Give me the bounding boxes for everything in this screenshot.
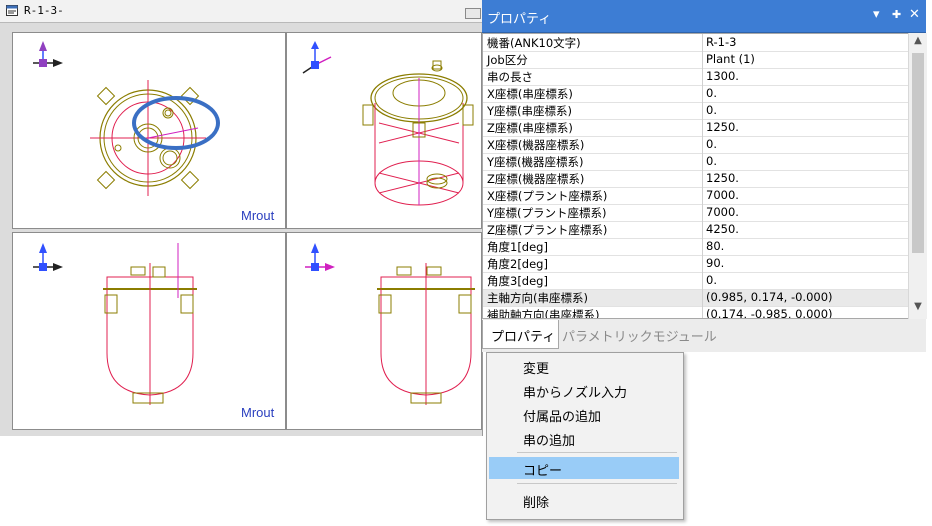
- properties-panel: プロパティ ▾ ✚ ✕ 補助軸方向(串座標系) (0.174, -0.985, 0…: [482, 0, 927, 352]
- scroll-down-icon[interactable]: ▼: [909, 301, 927, 317]
- property-value[interactable]: 1250.: [706, 171, 739, 185]
- menu-item[interactable]: 削除: [489, 489, 679, 511]
- property-key: X座標(プラント座標系): [487, 189, 608, 203]
- menu-item-label: 串からノズル入力: [523, 386, 628, 401]
- property-value[interactable]: (0.174, -0.985, 0.000): [706, 307, 833, 318]
- property-key: 角度2[deg]: [487, 257, 548, 271]
- property-key: 角度1[deg]: [487, 240, 548, 254]
- property-key: 角度3[deg]: [487, 274, 548, 288]
- property-value[interactable]: 1250.: [706, 120, 739, 134]
- pin-icon[interactable]: ✚: [892, 7, 901, 23]
- cad-window: R-1-3- Mrout Mrout: [0, 0, 483, 436]
- property-value[interactable]: Plant (1): [706, 52, 755, 66]
- menu-item[interactable]: 付属品の追加: [489, 403, 679, 425]
- window-icon: [6, 5, 18, 16]
- dropdown-icon[interactable]: ▾: [873, 7, 880, 23]
- property-value[interactable]: 0.: [706, 273, 717, 287]
- cad-drawing-iso: [302, 41, 474, 206]
- property-row[interactable]: X座標(プラント座標系) 7000.: [483, 187, 909, 205]
- panel-title: プロパティ: [487, 12, 552, 27]
- tab-properties[interactable]: プロパティ: [482, 320, 559, 349]
- tab-label: プロパティ: [491, 330, 556, 345]
- property-value[interactable]: 1300.: [706, 69, 739, 83]
- property-value[interactable]: 0.: [706, 103, 717, 117]
- scroll-thumb[interactable]: [912, 53, 924, 253]
- property-value[interactable]: 0.: [706, 86, 717, 100]
- context-menu: 変更串からノズル入力 付属品の追加 串の追加コピー削除: [486, 352, 684, 520]
- menu-item[interactable]: コピー: [489, 457, 679, 479]
- menu-item-label: 削除: [523, 496, 550, 511]
- property-value[interactable]: (0.985, 0.174, -0.000): [706, 290, 833, 304]
- property-row[interactable]: Z座標(機器座標系) 1250.: [483, 170, 909, 188]
- property-row[interactable]: X座標(機器座標系) 0.: [483, 136, 909, 154]
- property-row[interactable]: 主軸方向(串座標系) (0.985, 0.174, -0.000): [483, 289, 909, 307]
- property-key: 串の長さ: [487, 70, 533, 84]
- property-row[interactable]: Job区分 Plant (1): [483, 51, 909, 69]
- property-value[interactable]: 0.: [706, 154, 717, 168]
- menu-separator: [517, 452, 677, 453]
- viewport-iso[interactable]: [286, 32, 482, 229]
- property-row[interactable]: 角度2[deg] 90.: [483, 255, 909, 273]
- property-row[interactable]: Y座標(プラント座標系) 7000.: [483, 204, 909, 222]
- viewport-front[interactable]: Mrout: [12, 232, 286, 430]
- menu-item[interactable]: 変更: [489, 355, 679, 377]
- menu-item-label: 変更: [523, 362, 550, 377]
- property-value[interactable]: 7000.: [706, 188, 739, 202]
- viewport-side[interactable]: [286, 232, 482, 430]
- property-row[interactable]: 角度3[deg] 0.: [483, 272, 909, 290]
- property-key: Z座標(串座標系): [487, 121, 573, 135]
- property-value[interactable]: R-1-3: [706, 35, 736, 49]
- property-row[interactable]: 角度1[deg] 80.: [483, 238, 909, 256]
- property-key: X座標(機器座標系): [487, 138, 585, 152]
- property-key: 補助軸方向(串座標系): [487, 308, 600, 319]
- window-title: R-1-3-: [24, 4, 64, 17]
- property-key: Z座標(機器座標系): [487, 172, 585, 186]
- property-value[interactable]: 0.: [706, 137, 717, 151]
- cad-drawing-side: [305, 243, 475, 405]
- viewport-top[interactable]: Mrout: [12, 32, 286, 229]
- cad-titlebar[interactable]: R-1-3-: [0, 0, 482, 23]
- property-value[interactable]: 7000.: [706, 205, 739, 219]
- property-key: 主軸方向(串座標系): [487, 291, 588, 305]
- menu-item[interactable]: 串からノズル入力: [489, 379, 679, 401]
- property-value[interactable]: 80.: [706, 239, 724, 253]
- menu-item-label: 串の追加: [523, 434, 576, 449]
- viewport-label: Mrout: [241, 405, 275, 420]
- property-value[interactable]: 4250.: [706, 222, 739, 236]
- cad-drawing-front: [33, 243, 197, 405]
- property-value[interactable]: 90.: [706, 256, 724, 270]
- scrollbar[interactable]: ▲ ▼: [908, 33, 927, 319]
- menu-item-label: 付属品の追加: [523, 410, 602, 425]
- property-row[interactable]: Z座標(串座標系) 1250.: [483, 119, 909, 137]
- property-row[interactable]: 機番(ANK10文字) R-1-3: [483, 34, 909, 52]
- viewport-label: Mrout: [241, 208, 275, 223]
- property-key: Y座標(プラント座標系): [487, 206, 607, 220]
- property-key: Y座標(串座標系): [487, 104, 572, 118]
- property-key: Job区分: [487, 53, 528, 67]
- property-key: X座標(串座標系): [487, 87, 573, 101]
- column-divider[interactable]: [702, 34, 703, 318]
- menu-separator: [517, 483, 677, 484]
- scroll-up-icon[interactable]: ▲: [909, 35, 927, 51]
- property-key: Y座標(機器座標系): [487, 155, 584, 169]
- property-row[interactable]: Y座標(機器座標系) 0.: [483, 153, 909, 171]
- minimize-button[interactable]: [465, 8, 481, 19]
- annotation-ellipse: [132, 96, 220, 150]
- property-key: Z座標(プラント座標系): [487, 223, 608, 237]
- cad-drawing-top: [33, 41, 220, 196]
- property-key: 機番(ANK10文字): [487, 36, 581, 50]
- property-row[interactable]: 串の長さ 1300.: [483, 68, 909, 86]
- property-row[interactable]: Y座標(串座標系) 0.: [483, 102, 909, 120]
- properties-titlebar[interactable]: プロパティ ▾ ✚ ✕: [482, 0, 926, 33]
- tab-parametric-module[interactable]: パラメトリックモジュール: [562, 326, 717, 345]
- close-icon[interactable]: ✕: [909, 7, 920, 23]
- tab-bar: プロパティ パラメトリックモジュール: [482, 320, 926, 352]
- menu-item[interactable]: 串の追加: [489, 427, 679, 449]
- property-row[interactable]: 補助軸方向(串座標系) (0.174, -0.985, 0.000): [483, 306, 909, 319]
- property-grid: 補助軸方向(串座標系) (0.174, -0.985, 0.000) 主軸方向(串座…: [482, 33, 910, 319]
- menu-item-label: コピー: [523, 464, 563, 479]
- property-row[interactable]: Z座標(プラント座標系) 4250.: [483, 221, 909, 239]
- property-row[interactable]: X座標(串座標系) 0.: [483, 85, 909, 103]
